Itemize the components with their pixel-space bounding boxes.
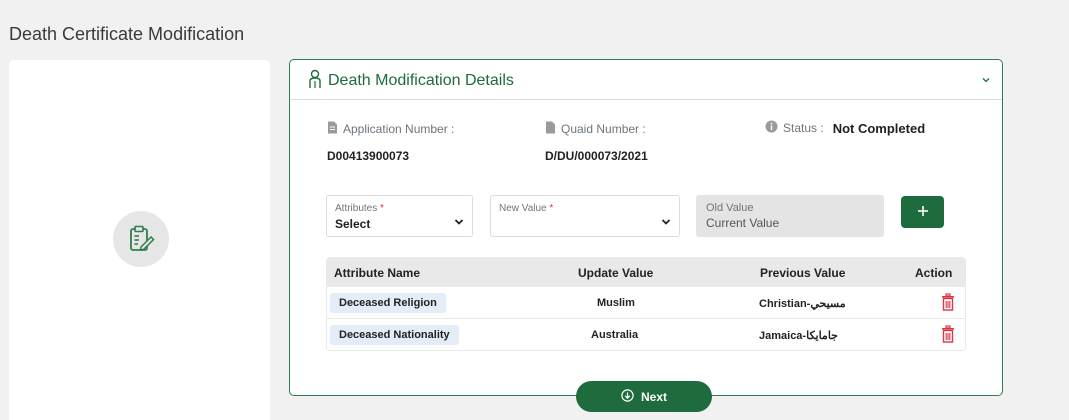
document-icon <box>545 121 556 137</box>
table-row: Deceased Nationality Australia Jamaica-ج… <box>327 318 965 350</box>
update-value-cell: Muslim <box>597 297 635 309</box>
plus-icon <box>917 205 929 220</box>
application-number-label: Application Number : <box>327 121 454 137</box>
chevron-down-icon[interactable] <box>981 72 991 90</box>
add-button[interactable] <box>901 196 944 228</box>
header-update-value: Update Value <box>578 266 654 280</box>
quaid-number-label-text: Quaid Number : <box>561 122 646 136</box>
info-icon <box>765 120 778 136</box>
chevron-down-icon <box>454 213 464 231</box>
status-label-text: Status : <box>783 121 824 135</box>
next-button-label: Next <box>640 389 667 404</box>
new-value-select[interactable]: New Value * <box>490 195 680 237</box>
header-attribute-name: Attribute Name <box>334 266 421 280</box>
attributes-select[interactable]: Attributes * Select <box>326 195 473 237</box>
attributes-label: Attributes * <box>335 203 384 214</box>
chevron-down-icon <box>661 213 671 231</box>
next-button[interactable]: Next <box>576 381 712 412</box>
quaid-number-value: D/DU/000073/2021 <box>545 149 648 163</box>
old-value-field: Old Value Current Value <box>696 195 884 237</box>
update-value-cell: Australia <box>591 329 639 341</box>
previous-value-cell: Jamaica-جامايكا <box>759 330 838 342</box>
old-value-value: Current Value <box>706 216 780 230</box>
table-header: Attribute Name Update Value Previous Val… <box>327 258 965 286</box>
attributes-value: Select <box>335 217 371 231</box>
document-icon <box>327 121 338 137</box>
page-title: Death Certificate Modification <box>9 24 245 44</box>
status-label: Status : Not Completed <box>765 120 925 136</box>
header-previous-value: Previous Value <box>760 266 846 280</box>
trash-icon[interactable] <box>941 325 955 348</box>
death-modification-card: Death Modification Details Application N… <box>289 59 1003 396</box>
old-value-label: Old Value <box>706 202 754 214</box>
modification-table: Attribute Name Update Value Previous Val… <box>326 257 966 351</box>
arrow-down-circle-icon <box>621 388 634 405</box>
trash-icon[interactable] <box>941 293 955 316</box>
status-value: Not Completed <box>832 120 926 136</box>
user-icon <box>308 69 322 94</box>
left-panel <box>9 60 270 420</box>
card-header[interactable]: Death Modification Details <box>290 60 1002 100</box>
header-action: Action <box>915 266 953 280</box>
new-value-label: New Value * <box>499 203 554 214</box>
clipboard-edit-icon <box>113 211 169 267</box>
card-title: Death Modification Details <box>328 72 514 89</box>
attribute-chip: Deceased Nationality <box>330 325 459 345</box>
attribute-chip: Deceased Religion <box>330 293 446 313</box>
application-number-label-text: Application Number : <box>343 122 455 136</box>
application-number-value: D00413900073 <box>327 149 410 163</box>
quaid-number-label: Quaid Number : <box>545 121 646 137</box>
table-row: Deceased Religion Muslim Christian-مسيحي <box>327 286 965 318</box>
previous-value-cell: Christian-مسيحي <box>759 298 846 310</box>
